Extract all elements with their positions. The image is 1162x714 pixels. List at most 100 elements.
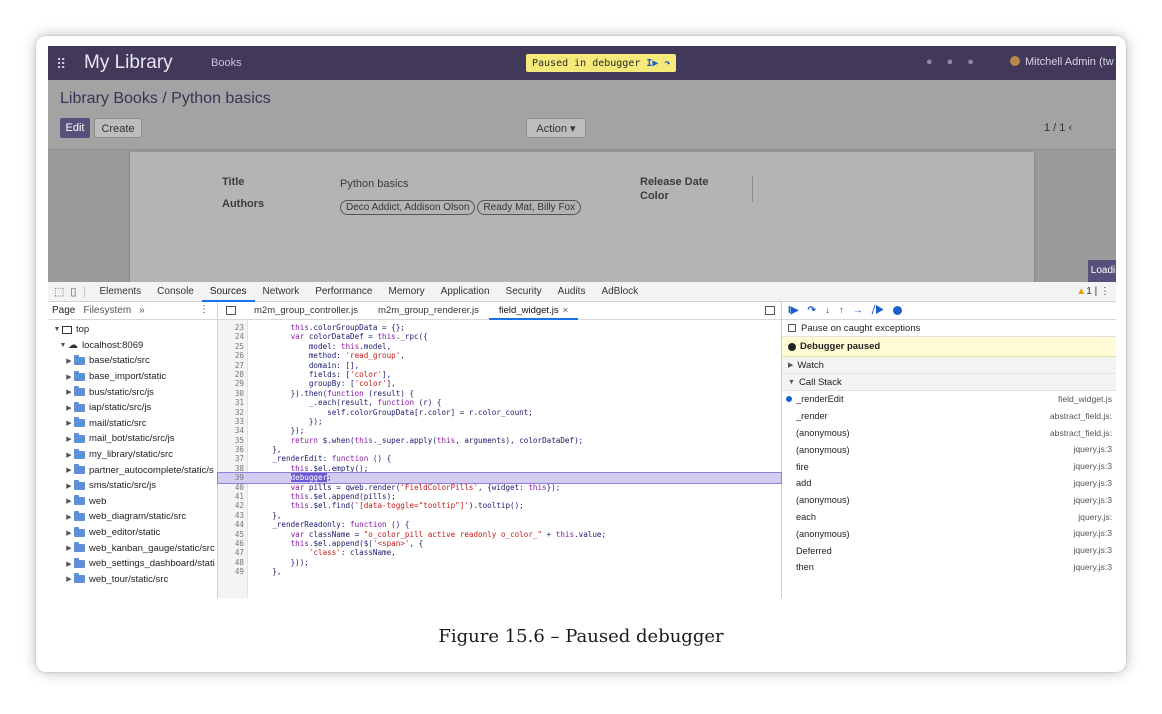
frame-location[interactable]: abstract_field.js: bbox=[1040, 411, 1112, 421]
warning-counter[interactable]: ▲1 | ⋮ bbox=[1076, 286, 1110, 297]
tab-page[interactable]: Page bbox=[52, 305, 75, 316]
navigator-menu-icon[interactable]: ⋮ bbox=[199, 304, 209, 315]
line-number[interactable]: 28 bbox=[218, 370, 244, 379]
author-tag[interactable]: Ready Mat, Billy Fox bbox=[477, 200, 582, 215]
call-frame[interactable]: Deferred jquery.js:3 bbox=[782, 542, 1116, 559]
chevron-right-icon[interactable]: ▶ bbox=[64, 497, 74, 505]
line-number[interactable]: 38 bbox=[218, 464, 244, 473]
line-number[interactable]: 35 bbox=[218, 436, 244, 445]
tree-item[interactable]: ▶ base/static/src bbox=[48, 353, 217, 369]
code-line[interactable]: 28 fields: ['color'], bbox=[218, 370, 781, 379]
line-number[interactable]: 45 bbox=[218, 530, 244, 539]
call-frame[interactable]: _renderEdit field_widget.js bbox=[782, 391, 1116, 408]
author-tag[interactable]: Deco Addict, Addison Olson bbox=[340, 200, 476, 215]
tree-item[interactable]: ▶ web_diagram/static/src bbox=[48, 509, 217, 525]
chevron-right-icon[interactable]: ▶ bbox=[64, 388, 74, 396]
tab-performance[interactable]: Performance bbox=[307, 282, 380, 302]
tree-item[interactable]: ▼ ☁ localhost:8069 bbox=[48, 338, 217, 354]
line-number[interactable]: 41 bbox=[218, 492, 244, 501]
code-line[interactable]: 42 this.$el.find('[data-toggle="tooltip"… bbox=[218, 501, 781, 510]
code-line[interactable]: 24 var colorDataDef = this._rpc({ bbox=[218, 332, 781, 341]
tab-filesystem[interactable]: Filesystem bbox=[83, 305, 131, 316]
file-tab-m2m-group-controller[interactable]: m2m_group_controller.js bbox=[244, 302, 368, 320]
resume-icon[interactable]: I▶ bbox=[788, 305, 798, 316]
tree-item[interactable]: ▶ my_library/static/src bbox=[48, 447, 217, 463]
step-over-icon[interactable]: ↷ bbox=[664, 58, 670, 69]
tree-item[interactable]: ▶ bus/static/src/js bbox=[48, 384, 217, 400]
tree-item[interactable]: ▼ top bbox=[48, 322, 217, 338]
tree-item[interactable]: ▶ web_settings_dashboard/stati bbox=[48, 556, 217, 572]
line-number[interactable]: 42 bbox=[218, 501, 244, 510]
code-line[interactable]: 27 domain: [], bbox=[218, 361, 781, 370]
pager[interactable]: 1 / 1 ‹ bbox=[1044, 122, 1072, 134]
code-line[interactable]: 43 }, bbox=[218, 511, 781, 520]
chevron-right-icon[interactable]: ▶ bbox=[64, 575, 74, 583]
frame-location[interactable]: jquery.js:3 bbox=[1040, 495, 1112, 505]
apps-menu-icon[interactable]: ⠿ bbox=[56, 56, 66, 73]
call-frame[interactable]: then jquery.js:3 bbox=[782, 559, 1116, 576]
chevron-right-icon[interactable]: ▶ bbox=[64, 560, 74, 568]
code-line[interactable]: 32 self.colorGroupData[r.color] = r.colo… bbox=[218, 408, 781, 417]
more-tabs-icon[interactable]: » bbox=[139, 305, 145, 316]
line-number[interactable]: 49 bbox=[218, 567, 244, 576]
create-button[interactable]: Create bbox=[94, 118, 142, 138]
deactivate-breakpoints-icon[interactable]: ⧸▶ bbox=[872, 305, 884, 316]
line-number[interactable]: 36 bbox=[218, 445, 244, 454]
chevron-right-icon[interactable]: ▶ bbox=[64, 404, 74, 412]
line-number[interactable]: 44 bbox=[218, 520, 244, 529]
code-line[interactable]: 25 model: this.model, bbox=[218, 342, 781, 351]
line-number[interactable]: 29 bbox=[218, 379, 244, 388]
call-frame[interactable]: (anonymous) jquery.js:3 bbox=[782, 441, 1116, 458]
line-number[interactable]: 47 bbox=[218, 548, 244, 557]
code-line[interactable]: 49 }, bbox=[218, 567, 781, 576]
tree-item[interactable]: ▶ web_tour/static/src bbox=[48, 572, 217, 588]
call-frame[interactable]: each jquery.js: bbox=[782, 509, 1116, 526]
toggle-debugger-icon[interactable] bbox=[765, 306, 775, 315]
code-line[interactable]: 37 _renderEdit: function () { bbox=[218, 454, 781, 463]
user-menu[interactable]: Mitchell Admin (tw bbox=[1010, 56, 1114, 68]
pause-on-exceptions-icon[interactable] bbox=[893, 306, 903, 315]
watch-section[interactable]: ▶ Watch bbox=[782, 357, 1116, 374]
file-tab-m2m-group-renderer[interactable]: m2m_group_renderer.js bbox=[368, 302, 489, 320]
code-line[interactable]: 41 this.$el.append(pills); bbox=[218, 492, 781, 501]
line-number[interactable]: 48 bbox=[218, 558, 244, 567]
tab-elements[interactable]: Elements bbox=[91, 282, 149, 302]
chevron-right-icon[interactable]: ▶ bbox=[64, 466, 74, 474]
step-out-icon[interactable]: ↑ bbox=[839, 305, 844, 316]
tab-application[interactable]: Application bbox=[433, 282, 498, 302]
paused-code-line[interactable]: 39 debugger; bbox=[217, 472, 782, 484]
step-icon[interactable]: → bbox=[853, 305, 863, 316]
line-number[interactable]: 33 bbox=[218, 417, 244, 426]
line-number[interactable]: 40 bbox=[218, 483, 244, 492]
call-frame[interactable]: (anonymous) jquery.js:3 bbox=[782, 492, 1116, 509]
tree-item[interactable]: ▶ sms/static/src/js bbox=[48, 478, 217, 494]
call-frame[interactable]: (anonymous) jquery.js:3 bbox=[782, 525, 1116, 542]
tree-item[interactable]: ▶ iap/static/src/js bbox=[48, 400, 217, 416]
toggle-navigator-icon[interactable] bbox=[226, 306, 236, 315]
code-line[interactable]: 48 })); bbox=[218, 558, 781, 567]
call-frame[interactable]: fire jquery.js:3 bbox=[782, 458, 1116, 475]
code-line[interactable]: 44 _renderReadonly: function () { bbox=[218, 520, 781, 529]
chevron-down-icon[interactable]: ▼ bbox=[58, 342, 68, 349]
line-number[interactable]: 43 bbox=[218, 511, 244, 520]
call-frame[interactable]: add jquery.js:3 bbox=[782, 475, 1116, 492]
code-line[interactable]: 23 this.colorGroupData = {}; bbox=[218, 323, 781, 332]
menu-books[interactable]: Books bbox=[211, 57, 242, 69]
line-number[interactable]: 23 bbox=[218, 323, 244, 332]
tree-item[interactable]: ▶ mail_bot/static/src/js bbox=[48, 431, 217, 447]
frame-location[interactable]: jquery.js:3 bbox=[1040, 562, 1112, 572]
tree-item[interactable]: ▶ mail/static/src bbox=[48, 416, 217, 432]
code-line[interactable]: 35 return $.when(this._super.apply(this,… bbox=[218, 436, 781, 445]
code-line[interactable]: 31 _.each(result, function (r) { bbox=[218, 398, 781, 407]
step-over-icon[interactable]: ↷ bbox=[807, 305, 815, 316]
chevron-down-icon[interactable]: ▼ bbox=[52, 326, 62, 333]
checkbox[interactable] bbox=[788, 324, 796, 332]
frame-location[interactable]: field_widget.js bbox=[1040, 394, 1112, 404]
step-into-icon[interactable]: ↓ bbox=[825, 305, 830, 316]
code-line[interactable]: 34 }); bbox=[218, 426, 781, 435]
line-number[interactable]: 46 bbox=[218, 539, 244, 548]
inspect-icon[interactable]: ⬚ bbox=[54, 285, 64, 298]
frame-location[interactable]: jquery.js:3 bbox=[1040, 478, 1112, 488]
tree-item[interactable]: ▶ web bbox=[48, 494, 217, 510]
tree-item[interactable]: ▶ base_import/static bbox=[48, 369, 217, 385]
